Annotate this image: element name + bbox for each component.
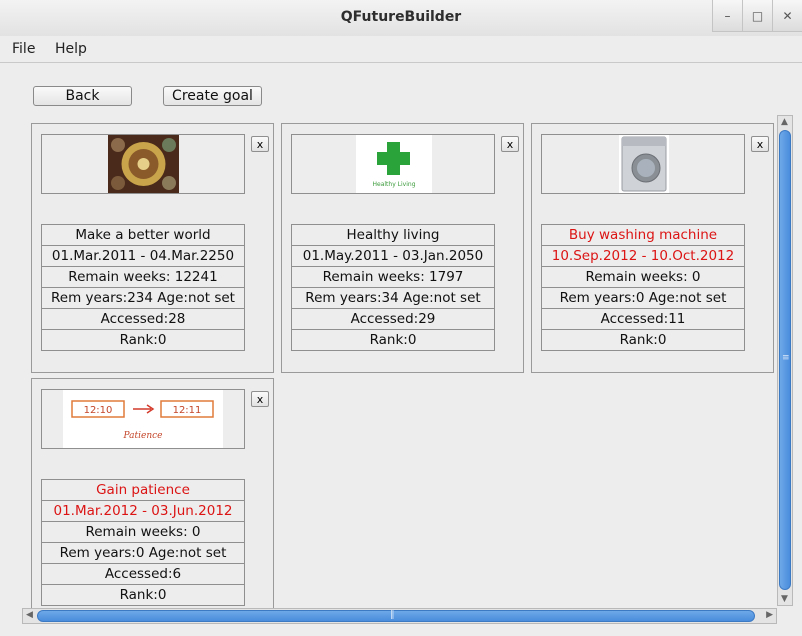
patience-image: 12:10 12:11 Patience: [63, 390, 223, 448]
minimize-button[interactable]: –: [712, 0, 742, 32]
close-icon: x: [506, 137, 514, 151]
menu-separator: [0, 62, 802, 63]
vertical-scroll-thumb[interactable]: ≡: [779, 130, 791, 590]
menu-file[interactable]: File: [12, 41, 35, 57]
window-title: QFutureBuilder: [340, 9, 462, 25]
goal-accessed: Accessed:29: [292, 309, 494, 330]
scroll-right-icon[interactable]: ▶: [766, 610, 773, 620]
goal-rank: Rank:0: [369, 332, 417, 348]
goal-image-frame: 12:10 12:11 Patience: [41, 389, 245, 449]
washing-machine-image: [619, 135, 669, 193]
close-icon: x: [756, 137, 764, 151]
goal-dates: 10.Sep.2012 - 10.Oct.2012: [542, 246, 744, 267]
time-from-label: 12:10: [84, 405, 113, 416]
scroll-down-icon[interactable]: ▼: [781, 594, 788, 604]
scroll-left-icon[interactable]: ◀: [26, 610, 33, 620]
goal-info-table: Healthy living 01.May.2011 - 03.Jan.2050…: [291, 224, 495, 351]
minimize-icon: –: [724, 8, 731, 23]
close-button[interactable]: ✕: [772, 0, 802, 32]
goal-remain-weeks: Remain weeks: 12241: [42, 267, 244, 288]
grip-icon: ≡: [782, 353, 790, 363]
goal-accessed: Accessed:28: [42, 309, 244, 330]
logo-caption: Healthy Living: [373, 181, 416, 188]
close-icon: x: [256, 137, 264, 151]
close-icon: ✕: [782, 8, 793, 23]
goal-rank: Rank:0: [619, 332, 667, 348]
delete-goal-button[interactable]: x: [751, 136, 769, 152]
menu-help[interactable]: Help: [55, 41, 87, 57]
goal-rem-years: Rem years:0 Age:not set: [42, 543, 244, 564]
goal-title: Buy washing machine: [542, 225, 744, 246]
goal-dates: 01.May.2011 - 03.Jan.2050: [292, 246, 494, 267]
green-cross-image: Healthy Living: [356, 135, 432, 193]
goal-dates: 01.Mar.2012 - 03.Jun.2012: [42, 501, 244, 522]
vertical-scrollbar[interactable]: ▲ ≡ ▼: [777, 115, 793, 606]
goal-info-table: Make a better world 01.Mar.2011 - 04.Mar…: [41, 224, 245, 351]
goal-accessed: Accessed:6: [42, 564, 244, 585]
menu-bar: File Help: [0, 36, 802, 62]
back-button[interactable]: Back: [33, 86, 132, 106]
goal-title: Gain patience: [42, 480, 244, 501]
window-controls: – □ ✕: [712, 0, 802, 32]
goal-card[interactable]: x Make a better world 01.Mar.2011 - 04.M…: [31, 123, 274, 373]
delete-goal-button[interactable]: x: [501, 136, 519, 152]
delete-goal-button[interactable]: x: [251, 391, 269, 407]
title-bar: QFutureBuilder – □ ✕: [0, 0, 802, 36]
time-to-label: 12:11: [173, 405, 202, 416]
goal-image-frame: Healthy Living: [291, 134, 495, 194]
goal-accessed: Accessed:11: [542, 309, 744, 330]
goal-info-table: Buy washing machine 10.Sep.2012 - 10.Oct…: [541, 224, 745, 351]
goal-dates: 01.Mar.2011 - 04.Mar.2250: [42, 246, 244, 267]
goal-rem-years: Rem years:34 Age:not set: [292, 288, 494, 309]
maximize-button[interactable]: □: [742, 0, 772, 32]
goal-image-frame: [541, 134, 745, 194]
grip-icon: ‖: [390, 610, 395, 620]
maximize-icon: □: [751, 8, 764, 23]
goal-info-table: Gain patience 01.Mar.2012 - 03.Jun.2012 …: [41, 479, 245, 606]
scroll-up-icon[interactable]: ▲: [781, 117, 788, 127]
goal-rank: Rank:0: [119, 332, 167, 348]
goal-remain-weeks: Remain weeks: 0: [542, 267, 744, 288]
goal-card[interactable]: x Buy washing machine 10.Sep.2012 - 10.O…: [531, 123, 774, 373]
goal-rem-years: Rem years:0 Age:not set: [542, 288, 744, 309]
goal-remain-weeks: Remain weeks: 1797: [292, 267, 494, 288]
goal-title: Healthy living: [292, 225, 494, 246]
goals-area: x Make a better world 01.Mar.2011 - 04.M…: [22, 115, 775, 608]
horizontal-scroll-thumb[interactable]: ‖: [37, 610, 755, 622]
close-icon: x: [256, 392, 264, 406]
goal-rank: Rank:0: [119, 587, 167, 603]
goal-title: Make a better world: [42, 225, 244, 246]
horizontal-scrollbar[interactable]: ◀ ‖ ▶: [22, 608, 777, 624]
patience-label: Patience: [122, 431, 162, 441]
delete-goal-button[interactable]: x: [251, 136, 269, 152]
goal-remain-weeks: Remain weeks: 0: [42, 522, 244, 543]
goal-rem-years: Rem years:234 Age:not set: [42, 288, 244, 309]
goal-image-frame: [41, 134, 245, 194]
goal-card[interactable]: 12:10 12:11 Patience x Gain patience 01.…: [31, 378, 274, 608]
create-goal-button[interactable]: Create goal: [163, 86, 262, 106]
goal-card[interactable]: Healthy Living x Healthy living 01.May.2…: [281, 123, 524, 373]
painting-image: [108, 135, 179, 193]
